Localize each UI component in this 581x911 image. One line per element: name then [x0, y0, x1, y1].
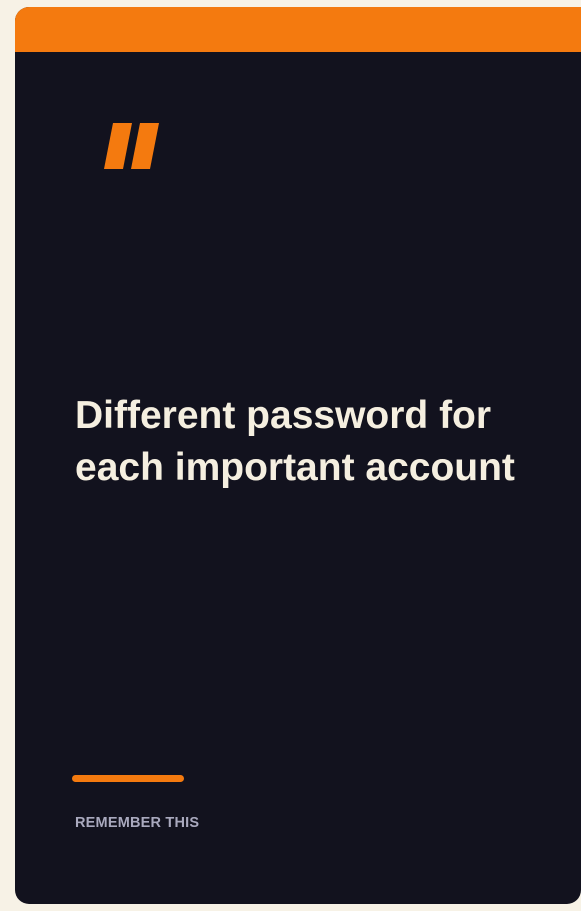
- caption: REMEMBER THIS: [75, 815, 200, 831]
- quote-mark-icon: [103, 123, 161, 169]
- accent-stripe: [15, 7, 581, 52]
- quote-card: Different password for each important ac…: [15, 7, 581, 904]
- headline: Different password for each important ac…: [75, 394, 515, 489]
- accent-bar: [72, 775, 184, 782]
